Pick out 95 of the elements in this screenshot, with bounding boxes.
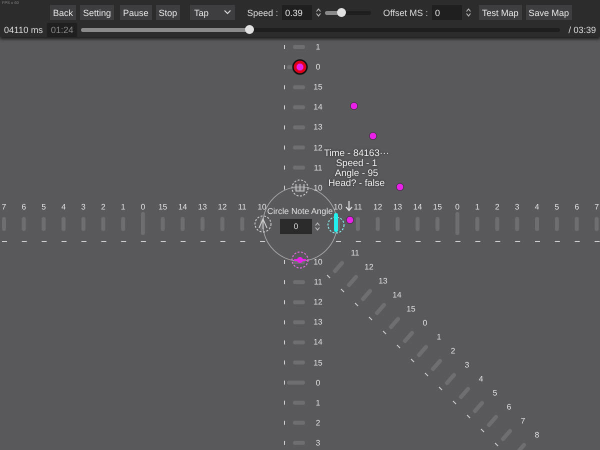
current-time: 01:24: [46, 22, 78, 36]
lane-number: 7: [520, 416, 526, 426]
offset-input[interactable]: 0: [432, 5, 462, 20]
speed-slider[interactable]: [325, 10, 372, 14]
down-arrow-icon: [345, 200, 353, 212]
lane-number: 4: [61, 202, 66, 212]
lane-number: 14: [413, 202, 422, 212]
lane-number: 12: [314, 298, 322, 307]
lane-number: 2: [101, 202, 106, 212]
lane-number: 1: [316, 42, 320, 52]
lane-number: 14: [392, 290, 402, 300]
note-info-text: Time - 84163···: [324, 149, 390, 159]
toolbar-button[interactable]: Save Map: [526, 5, 572, 20]
lane-number: 6: [22, 202, 26, 212]
spinner-icon[interactable]: [315, 222, 320, 231]
lane-number: 0: [316, 62, 320, 72]
lane-number: 10: [258, 202, 266, 212]
mode-dropdown[interactable]: Tap: [190, 5, 236, 20]
speed-input[interactable]: 0.39: [282, 5, 312, 20]
note-a-icon: [254, 215, 272, 233]
lane-number: 12: [314, 143, 322, 152]
lane-number: 15: [314, 358, 322, 367]
lane-number: 14: [178, 202, 188, 212]
lane-number: 10: [334, 202, 342, 212]
offset-label: Offset MS :: [383, 8, 428, 18]
note-dot-icon: [396, 183, 404, 191]
lane-number: 3: [464, 360, 470, 370]
lane-number: 13: [198, 202, 207, 212]
lane-number: 1: [475, 202, 480, 212]
lane-number: 1: [436, 332, 442, 342]
total-time: / 03:39: [568, 24, 596, 34]
lane-number: 10: [314, 258, 322, 266]
lane-number: 7: [594, 202, 599, 212]
lane-number: 11: [354, 202, 362, 212]
toolbar-button[interactable]: Pause: [120, 5, 152, 20]
lane-number: 2: [494, 202, 500, 212]
lane-number: 15: [158, 202, 168, 212]
note-s-icon: [291, 251, 309, 269]
lane-number: 4: [478, 374, 484, 384]
lane-number: 12: [364, 262, 374, 272]
time-ms: 04110 ms: [4, 24, 43, 34]
note-info-text: Speed - 1: [336, 159, 378, 169]
lane-number: 7: [2, 202, 6, 212]
toolbar-button[interactable]: Setting: [80, 5, 114, 20]
lane-number: 15: [406, 304, 416, 314]
spinner-icon[interactable]: [316, 8, 322, 17]
note-info-text: Head? - false: [328, 179, 385, 189]
lane-number: 0: [140, 202, 146, 212]
lane-number: 1: [316, 398, 320, 408]
lane-number: 12: [218, 202, 227, 212]
lane-number: 3: [514, 202, 520, 212]
lane-number: 6: [506, 402, 512, 412]
toolbar-button[interactable]: Stop: [156, 5, 180, 20]
lane-number: 11: [314, 163, 322, 172]
lane-number: 14: [314, 102, 322, 112]
lane-number: 11: [350, 248, 360, 258]
toolbar-button[interactable]: Test Map: [478, 5, 522, 20]
lane-number: 5: [554, 202, 560, 212]
angle-label: Circle Note Angle: [267, 206, 333, 216]
speed-label: Speed :: [247, 8, 278, 18]
lane-number: 12: [373, 202, 382, 212]
lane-number: 0: [422, 318, 428, 328]
lane-number: 0: [455, 202, 460, 212]
lane-number: 3: [81, 202, 86, 212]
lane-number: 13: [314, 122, 322, 132]
lane-number: 4: [534, 202, 540, 212]
hit-note-icon: [292, 59, 308, 75]
lane-number: 10: [314, 183, 322, 192]
lane-number: 8: [534, 430, 540, 440]
toolbar-button[interactable]: Back: [50, 5, 76, 20]
lane-number: 15: [314, 82, 322, 92]
spinner-icon[interactable]: [466, 8, 471, 17]
lane-number: 15: [433, 202, 442, 212]
lane-number: 5: [492, 388, 498, 398]
note-dot-icon: [350, 102, 358, 110]
timeline-slider[interactable]: [81, 28, 560, 32]
lane-number: 11: [314, 278, 322, 287]
note-dot-icon: [346, 216, 354, 224]
note-info-text: Angle - 95: [334, 169, 378, 179]
lane-number: 5: [41, 202, 46, 212]
lane-number: 13: [393, 202, 402, 212]
lane-number: 13: [378, 276, 388, 286]
note-dot-icon: [369, 132, 377, 140]
lane-number: 0: [316, 378, 320, 388]
lane-number: 1: [120, 202, 126, 212]
lane-number: 2: [316, 418, 320, 428]
chevron-icon: [224, 10, 232, 15]
note-w-icon: [291, 179, 309, 197]
angle-input[interactable]: 0: [280, 219, 312, 234]
lane-number: 2: [450, 346, 456, 356]
lane-number: 3: [316, 438, 320, 448]
lane-number: 14: [314, 338, 322, 347]
lane-number: 11: [238, 202, 246, 212]
lane-number: 13: [314, 318, 322, 327]
lane-number: 6: [574, 202, 580, 212]
